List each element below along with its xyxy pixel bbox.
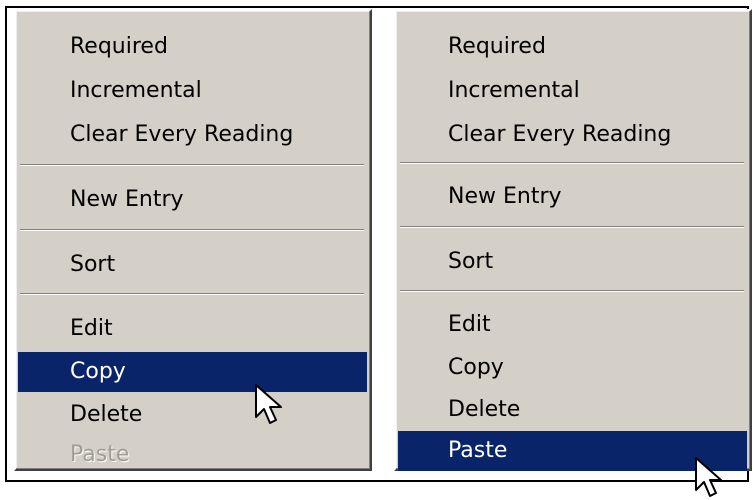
menu-item-clear-every-reading[interactable]: Clear Every Reading	[18, 115, 367, 155]
menu-item-new-entry[interactable]: New Entry	[18, 180, 367, 220]
mouse-pointer-icon	[255, 384, 282, 424]
context-menu-right: Required Incremental Clear Every Reading…	[394, 9, 752, 471]
menu-separator	[400, 290, 744, 292]
context-menu-left: Required Incremental Clear Every Reading…	[14, 9, 372, 471]
mouse-pointer-icon	[695, 457, 722, 497]
menu-separator	[400, 226, 744, 228]
menu-separator	[20, 293, 364, 295]
menu-item-sort[interactable]: Sort	[398, 242, 747, 282]
menu-separator	[20, 164, 364, 166]
menu-item-delete[interactable]: Delete	[18, 395, 367, 435]
menu-item-paste: Paste	[70, 442, 130, 467]
menu-item-required[interactable]: Required	[398, 27, 747, 67]
menu-item-delete[interactable]: Delete	[398, 390, 747, 430]
menu-item-incremental[interactable]: Incremental	[398, 71, 747, 111]
menu-item-copy[interactable]: Copy	[398, 348, 747, 388]
menu-item-edit[interactable]: Edit	[18, 309, 367, 349]
menu-item-required[interactable]: Required	[18, 27, 367, 67]
menu-separator	[400, 162, 744, 164]
menu-item-incremental[interactable]: Incremental	[18, 71, 367, 111]
menu-item-new-entry[interactable]: New Entry	[398, 177, 747, 217]
menu-separator	[20, 229, 364, 231]
menu-item-edit[interactable]: Edit	[398, 305, 747, 345]
menu-item-sort[interactable]: Sort	[18, 245, 367, 285]
menu-item-clear-every-reading[interactable]: Clear Every Reading	[398, 115, 747, 155]
menu-item-copy[interactable]: Copy	[18, 352, 367, 392]
